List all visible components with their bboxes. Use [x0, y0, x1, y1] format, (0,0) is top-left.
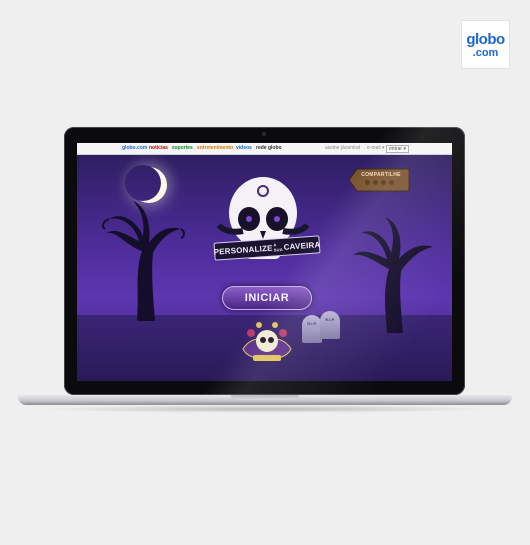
- tombstone-right: R.I.P.: [320, 311, 340, 339]
- camera-icon: [262, 132, 266, 136]
- nav-link-globo[interactable]: globo.com: [122, 143, 147, 154]
- left-tree-icon: [101, 201, 185, 321]
- share-facebook-icon[interactable]: [365, 180, 370, 185]
- globo-logo[interactable]: globo .com: [461, 20, 510, 69]
- nav-link-rede-globo[interactable]: rede globo: [256, 143, 282, 154]
- title-personalize: PERSONALIZE: [213, 243, 273, 257]
- globo-logo-text: globo: [466, 31, 505, 48]
- laptop-notch: [231, 395, 299, 400]
- title-a-sua: A SUA: [273, 242, 283, 253]
- laptop-lid: globo.com notícias esportes entretenimen…: [64, 127, 465, 395]
- globo-topbar: globo.com notícias esportes entretenimen…: [77, 143, 452, 155]
- nav-link-assine[interactable]: assine já: [325, 143, 345, 154]
- globo-logo-suffix: .com: [472, 47, 499, 59]
- laptop-base: [18, 395, 512, 405]
- nav-link-videos[interactable]: vídeos: [236, 143, 252, 154]
- nav-link-entretenimento[interactable]: entretenimento: [197, 143, 233, 154]
- title-caveira: CAVEIRA: [283, 239, 321, 252]
- nav-link-noticias[interactable]: notícias: [149, 143, 168, 154]
- tombstone-left: R.I.P.: [302, 315, 322, 343]
- nav-link-central[interactable]: central: [345, 143, 360, 154]
- share-sign-label: COMPARTILHE: [361, 172, 401, 178]
- nav-link-esportes[interactable]: esportes: [172, 143, 193, 154]
- share-sign: [349, 168, 410, 192]
- share-orkut-icon[interactable]: [389, 180, 394, 185]
- laptop-shadow: [40, 405, 490, 413]
- laptop-screen: globo.com notícias esportes entretenimen…: [77, 143, 452, 381]
- right-tree-icon: [353, 217, 433, 333]
- start-button[interactable]: INICIAR: [222, 286, 312, 310]
- share-google-icon[interactable]: [381, 180, 386, 185]
- nav-link-email[interactable]: e-mail ▾: [367, 143, 385, 154]
- share-twitter-icon[interactable]: [373, 180, 378, 185]
- skull-emblem-icon: [242, 322, 292, 361]
- login-button[interactable]: entrar ▾: [386, 145, 409, 153]
